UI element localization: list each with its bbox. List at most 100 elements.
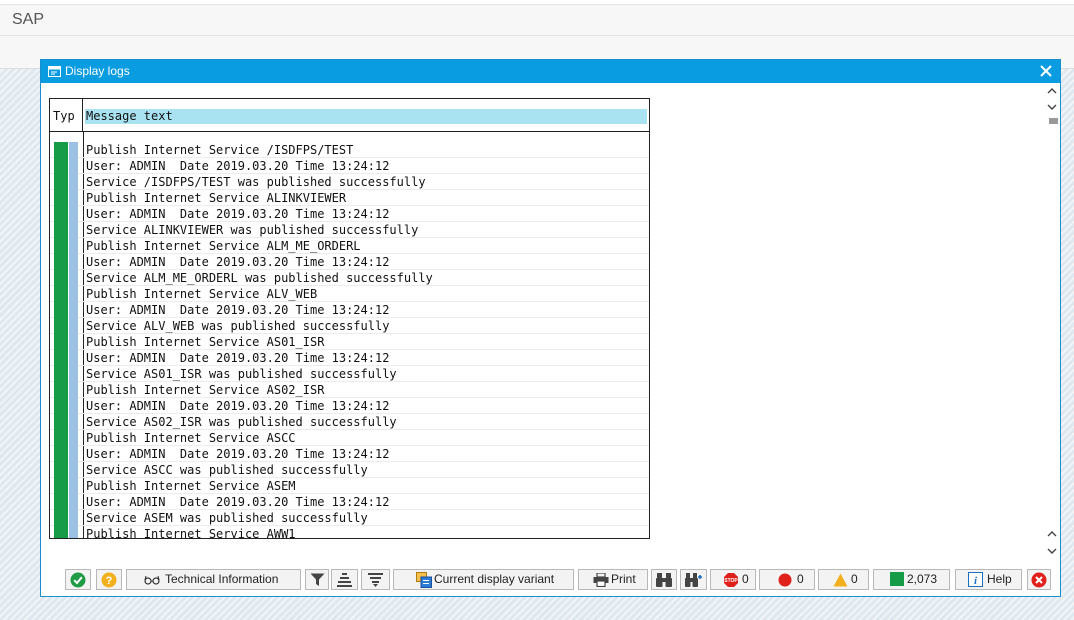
status-success-icon [54,366,79,382]
table-row[interactable]: Publish Internet Service AS01_ISR [50,334,649,350]
warning-messages-button[interactable]: 0 [818,569,869,590]
table-row[interactable]: Service ALM_ME_ORDERL was published succ… [50,270,649,286]
stop-icon: STOP [724,573,738,587]
help-button[interactable]: i Help [955,569,1022,590]
ok-check-icon [70,572,86,588]
status-success-icon [54,270,79,286]
status-success-icon [54,350,79,366]
message-text: Publish Internet Service AWW1 [86,527,296,538]
ok-button[interactable] [65,569,91,590]
scroll-down-icon[interactable] [1046,101,1058,113]
vertical-scrollbar[interactable] [1044,83,1060,570]
table-row[interactable]: Publish Internet Service ASEM [50,478,649,494]
binoculars-icon [656,573,672,587]
message-text: Publish Internet Service ALM_ME_ORDERL [86,239,361,253]
status-success-icon [54,238,79,254]
table-row[interactable]: Publish Internet Service /ISDFPS/TEST [50,142,649,158]
stop-count: 0 [742,572,749,586]
status-success-icon [54,318,79,334]
error-messages-button[interactable]: 0 [759,569,815,590]
find-next-button[interactable] [680,569,707,590]
status-success-icon [54,430,79,446]
table-row[interactable]: Service ALINKVIEWER was published succes… [50,222,649,238]
table-row[interactable]: User: ADMIN Date 2019.03.20 Time 13:24:1… [50,446,649,462]
message-text: Publish Internet Service ASCC [86,431,296,445]
dialog-titlebar[interactable]: Display logs [41,60,1060,83]
find-button[interactable] [651,569,677,590]
message-text: Publish Internet Service ALINKVIEWER [86,191,347,205]
table-row[interactable]: Service AS02_ISR was published successfu… [50,414,649,430]
cancel-button[interactable] [1027,569,1051,590]
status-success-icon [54,382,79,398]
status-success-icon [54,478,79,494]
message-text: Service AS01_ISR was published successfu… [86,367,397,381]
column-header-type[interactable]: Typ [50,99,83,132]
find-next-icon [685,573,702,587]
table-row[interactable]: User: ADMIN Date 2019.03.20 Time 13:24:1… [50,350,649,366]
table-row[interactable]: User: ADMIN Date 2019.03.20 Time 13:24:1… [50,206,649,222]
current-display-variant-button[interactable]: Current display variant [393,569,574,590]
status-success-icon [54,174,79,190]
message-text: User: ADMIN Date 2019.03.20 Time 13:24:1… [86,447,390,461]
table-row[interactable]: Service /ISDFPS/TEST was published succe… [50,174,649,190]
scroll-up-icon[interactable] [1046,85,1058,97]
table-row[interactable]: Publish Internet Service AS02_ISR [50,382,649,398]
table-row[interactable]: Publish Internet Service ASCC [50,430,649,446]
help-question-icon: ? [101,572,117,588]
table-row[interactable]: User: ADMIN Date 2019.03.20 Time 13:24:1… [50,494,649,510]
stop-messages-button[interactable]: STOP 0 [710,569,756,590]
success-count: 2,073 [907,572,938,586]
table-row[interactable]: Publish Internet Service ALINKVIEWER [50,190,649,206]
printer-icon [593,573,609,587]
status-success-icon [54,398,79,414]
filter-icon [310,573,325,586]
scroll-up-icon[interactable] [1046,528,1058,540]
message-text: Service /ISDFPS/TEST was published succe… [86,175,426,189]
table-row[interactable]: Publish Internet Service AWW1 [50,526,649,538]
message-text: User: ADMIN Date 2019.03.20 Time 13:24:1… [86,495,390,509]
status-success-icon [54,302,79,318]
help-question-button[interactable]: ? [96,569,122,590]
scroll-down-icon[interactable] [1046,545,1058,557]
table-row[interactable]: Publish Internet Service ALV_WEB [50,286,649,302]
status-success-icon [54,158,79,174]
technical-information-label: Technical Information [165,572,279,586]
dialog-title: Display logs [65,64,130,78]
print-label: Print [611,572,636,586]
message-text: Publish Internet Service ASEM [86,479,296,493]
column-header-type-label: Typ [53,109,75,123]
success-messages-button[interactable]: 2,073 [873,569,950,590]
table-row[interactable]: Publish Internet Service ALM_ME_ORDERL [50,238,649,254]
close-icon[interactable] [1038,63,1054,79]
table-row[interactable]: Service ALV_WEB was published successful… [50,318,649,334]
status-success-icon [54,446,79,462]
message-text: Service ASEM was published successfully [86,511,368,525]
status-success-icon [54,286,79,302]
technical-information-button[interactable]: Technical Information [126,569,301,590]
display-variant-icon [416,572,432,588]
table-row[interactable]: User: ADMIN Date 2019.03.20 Time 13:24:1… [50,158,649,174]
error-circle-icon [778,573,792,587]
table-row[interactable]: User: ADMIN Date 2019.03.20 Time 13:24:1… [50,302,649,318]
error-count: 0 [797,572,804,586]
shell-header: SAP [0,5,1074,36]
table-row[interactable]: User: ADMIN Date 2019.03.20 Time 13:24:1… [50,398,649,414]
status-success-icon [54,334,79,350]
status-success-icon [54,190,79,206]
status-success-icon [54,206,79,222]
layout-button[interactable] [361,569,390,590]
filter-button[interactable] [305,569,329,590]
message-text: User: ADMIN Date 2019.03.20 Time 13:24:1… [86,351,390,365]
column-header-message[interactable]: Message text [85,109,647,124]
table-row[interactable]: User: ADMIN Date 2019.03.20 Time 13:24:1… [50,254,649,270]
print-button[interactable]: Print [578,569,648,590]
table-row[interactable]: Service ASEM was published successfully [50,510,649,526]
message-text: User: ADMIN Date 2019.03.20 Time 13:24:1… [86,255,390,269]
table-row[interactable]: Service ASCC was published successfully [50,462,649,478]
message-text: User: ADMIN Date 2019.03.20 Time 13:24:1… [86,399,390,413]
sort-button[interactable] [331,569,358,590]
warning-triangle-icon [833,573,848,587]
table-row[interactable]: Service AS01_ISR was published successfu… [50,366,649,382]
scroll-thumb[interactable] [1049,118,1058,124]
message-text: Service ALV_WEB was published successful… [86,319,390,333]
